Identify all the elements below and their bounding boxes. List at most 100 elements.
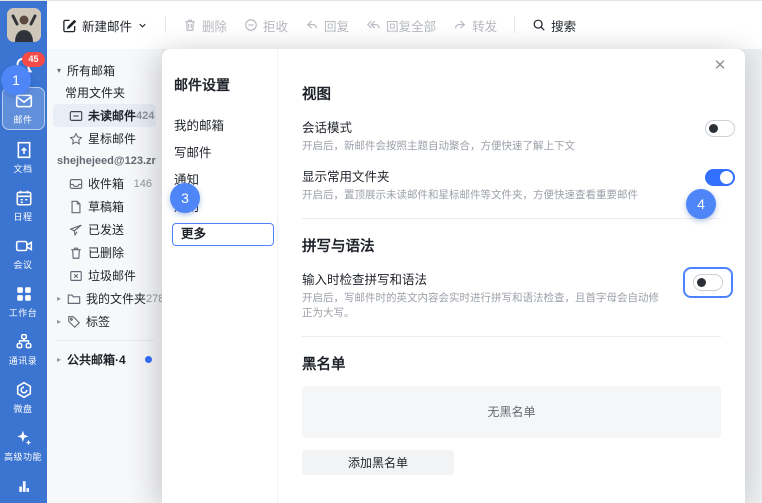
setting-row-conversation-mode: 会话模式 开启后，新邮件会按照主题自动聚合，方便快速了解上下文 xyxy=(302,117,735,153)
compose-label: 新建邮件 xyxy=(82,16,132,35)
spell-check-toggle[interactable] xyxy=(693,274,723,291)
spam-icon xyxy=(69,269,83,283)
folder-deleted[interactable]: 已删除 xyxy=(53,241,156,264)
search-button[interactable]: 搜索 xyxy=(532,16,576,35)
rail-item-meeting[interactable]: 会议 xyxy=(2,233,45,274)
public-mailbox-dot xyxy=(145,356,152,363)
folder-inbox[interactable]: 收件箱 146 xyxy=(53,172,156,195)
draft-icon xyxy=(69,200,83,214)
folder-public[interactable]: ▸ 公共邮箱·4 xyxy=(53,348,156,371)
mail-toolbar: 新建邮件 删除 拒收 回复 回复 xyxy=(47,1,762,49)
reply-label: 回复 xyxy=(324,16,349,35)
star-icon xyxy=(69,132,83,146)
show-common-folders-title: 显示常用文件夹 xyxy=(302,166,691,185)
folder-tags[interactable]: ▸ 标签 xyxy=(53,310,156,333)
sent-icon xyxy=(69,223,83,237)
conversation-mode-desc: 开启后，新邮件会按照主题自动聚合，方便快速了解上下文 xyxy=(302,139,691,153)
add-blacklist-button[interactable]: 添加黑名单 xyxy=(302,450,454,475)
forward-label: 转发 xyxy=(472,16,497,35)
folder-drafts[interactable]: 草稿箱 xyxy=(53,195,156,218)
setting-row-show-common-folders: 显示常用文件夹 开启后，置顶展示未读邮件和星标邮件等文件夹，方便快速查看重要邮件 xyxy=(302,166,735,202)
show-common-folders-desc: 开启后，置顶展示未读邮件和星标邮件等文件夹，方便快速查看重要邮件 xyxy=(302,188,691,202)
folder-spam[interactable]: 垃圾邮件 xyxy=(53,264,156,287)
reply-all-label: 回复全部 xyxy=(386,16,436,35)
spelling-section-header: 拼写与语法 xyxy=(302,235,735,256)
annotation-step-4: 4 xyxy=(686,189,716,219)
folder-starred-label: 星标邮件 xyxy=(88,130,136,147)
toggle-knob xyxy=(709,124,718,133)
settings-menu-item-compose[interactable]: 写邮件 xyxy=(174,142,265,169)
folder-spam-label: 垃圾邮件 xyxy=(88,267,136,284)
toggle-knob xyxy=(720,171,733,184)
account-email[interactable]: shejhejeed@123.zr... xyxy=(53,150,156,172)
folder-unread-label: 未读邮件 xyxy=(88,107,136,124)
expand-caret-icon: ▸ xyxy=(57,317,67,326)
rail-item-analytics[interactable] xyxy=(15,478,32,495)
expand-caret-icon: ▸ xyxy=(57,294,67,303)
section-divider xyxy=(302,218,721,219)
all-mailboxes-label: 所有邮箱 xyxy=(67,62,115,79)
show-common-folders-toggle[interactable] xyxy=(705,169,735,186)
folder-panel: ▾ 所有邮箱 常用文件夹 未读邮件 424 星标邮件 shejhejeed@12… xyxy=(47,49,162,503)
rail-item-advanced[interactable]: 高级功能 xyxy=(2,425,45,466)
docs-icon xyxy=(15,141,33,159)
avatar[interactable] xyxy=(7,8,41,42)
drive-icon xyxy=(15,381,33,399)
unread-mail-icon xyxy=(69,109,83,123)
delete-label: 删除 xyxy=(202,16,227,35)
rail-label-calendar: 日程 xyxy=(14,209,33,222)
forward-button[interactable]: 转发 xyxy=(453,16,497,35)
rail-item-drive[interactable]: 微盘 xyxy=(2,377,45,418)
avatar-image xyxy=(7,8,41,42)
blacklist-section-header: 黑名单 xyxy=(302,353,735,374)
folder-drafts-label: 草稿箱 xyxy=(88,198,124,215)
reject-label: 拒收 xyxy=(263,16,288,35)
reply-all-button[interactable]: 回复全部 xyxy=(366,16,436,35)
common-folders-label: 常用文件夹 xyxy=(53,82,156,104)
search-icon xyxy=(532,18,546,32)
rail-item-docs[interactable]: 文档 xyxy=(2,137,45,178)
settings-content: ✕ 视图 会话模式 开启后，新邮件会按照主题自动聚合，方便快速了解上下文 显示常… xyxy=(278,49,745,503)
folder-my-folders[interactable]: ▸ 我的文件夹 278 xyxy=(53,287,156,310)
mail-app: 邮件 文档 日程 会议 工作台 xyxy=(0,0,762,503)
all-mailboxes-row[interactable]: ▾ 所有邮箱 xyxy=(53,59,156,82)
reject-button[interactable]: 拒收 xyxy=(244,16,288,35)
folder-my-folders-label: 我的文件夹 xyxy=(86,290,146,307)
video-icon xyxy=(15,237,33,255)
toolbar-divider xyxy=(165,17,166,33)
settings-menu-item-my-mailbox[interactable]: 我的邮箱 xyxy=(174,115,265,142)
settings-menu-item-more[interactable]: 更多 xyxy=(172,223,274,246)
rail-label-contacts: 通讯录 xyxy=(9,353,38,366)
close-icon[interactable]: ✕ xyxy=(712,58,728,74)
folder-sent-label: 已发送 xyxy=(88,221,124,238)
delete-button[interactable]: 删除 xyxy=(183,16,227,35)
folder-sent[interactable]: 已发送 xyxy=(53,218,156,241)
compose-button[interactable]: 新建邮件 xyxy=(62,16,148,35)
reply-button[interactable]: 回复 xyxy=(305,16,349,35)
folder-tags-label: 标签 xyxy=(86,313,110,330)
tag-icon xyxy=(67,315,81,329)
expand-caret-icon: ▸ xyxy=(57,355,67,364)
reply-icon xyxy=(305,18,319,32)
blacklist-empty-text: 无黑名单 xyxy=(487,403,535,420)
folder-starred[interactable]: 星标邮件 xyxy=(53,127,156,150)
toolbar-divider xyxy=(514,17,515,33)
rail-item-workbench[interactable]: 工作台 xyxy=(2,281,45,322)
conversation-mode-toggle[interactable] xyxy=(705,120,735,137)
folder-unread-count: 424 xyxy=(136,110,154,122)
spell-check-title: 输入时检查拼写和语法 xyxy=(302,269,669,288)
compose-icon xyxy=(62,18,77,33)
setting-row-spell-check: 输入时检查拼写和语法 开启后，写邮件时的英文内容会实时进行拼写和语法检查，且首字… xyxy=(302,269,735,319)
deleted-icon xyxy=(69,246,83,260)
spell-check-toggle-highlight xyxy=(683,267,733,298)
folder-public-label: 公共邮箱·4 xyxy=(67,351,126,368)
bar-chart-icon xyxy=(15,478,32,495)
rail-item-contacts[interactable]: 通讯录 xyxy=(2,329,45,370)
forward-icon xyxy=(453,18,467,32)
mail-settings-modal: 邮件设置 我的邮箱 写邮件 通知 规则 更多 ✕ 视图 会话模式 开启后，新邮件… xyxy=(162,49,745,503)
org-chart-icon xyxy=(15,333,33,351)
folder-unread[interactable]: 未读邮件 424 xyxy=(53,104,156,127)
chevron-down-icon xyxy=(137,20,148,31)
rail-item-calendar[interactable]: 日程 xyxy=(2,185,45,226)
view-section-header: 视图 xyxy=(302,83,735,104)
